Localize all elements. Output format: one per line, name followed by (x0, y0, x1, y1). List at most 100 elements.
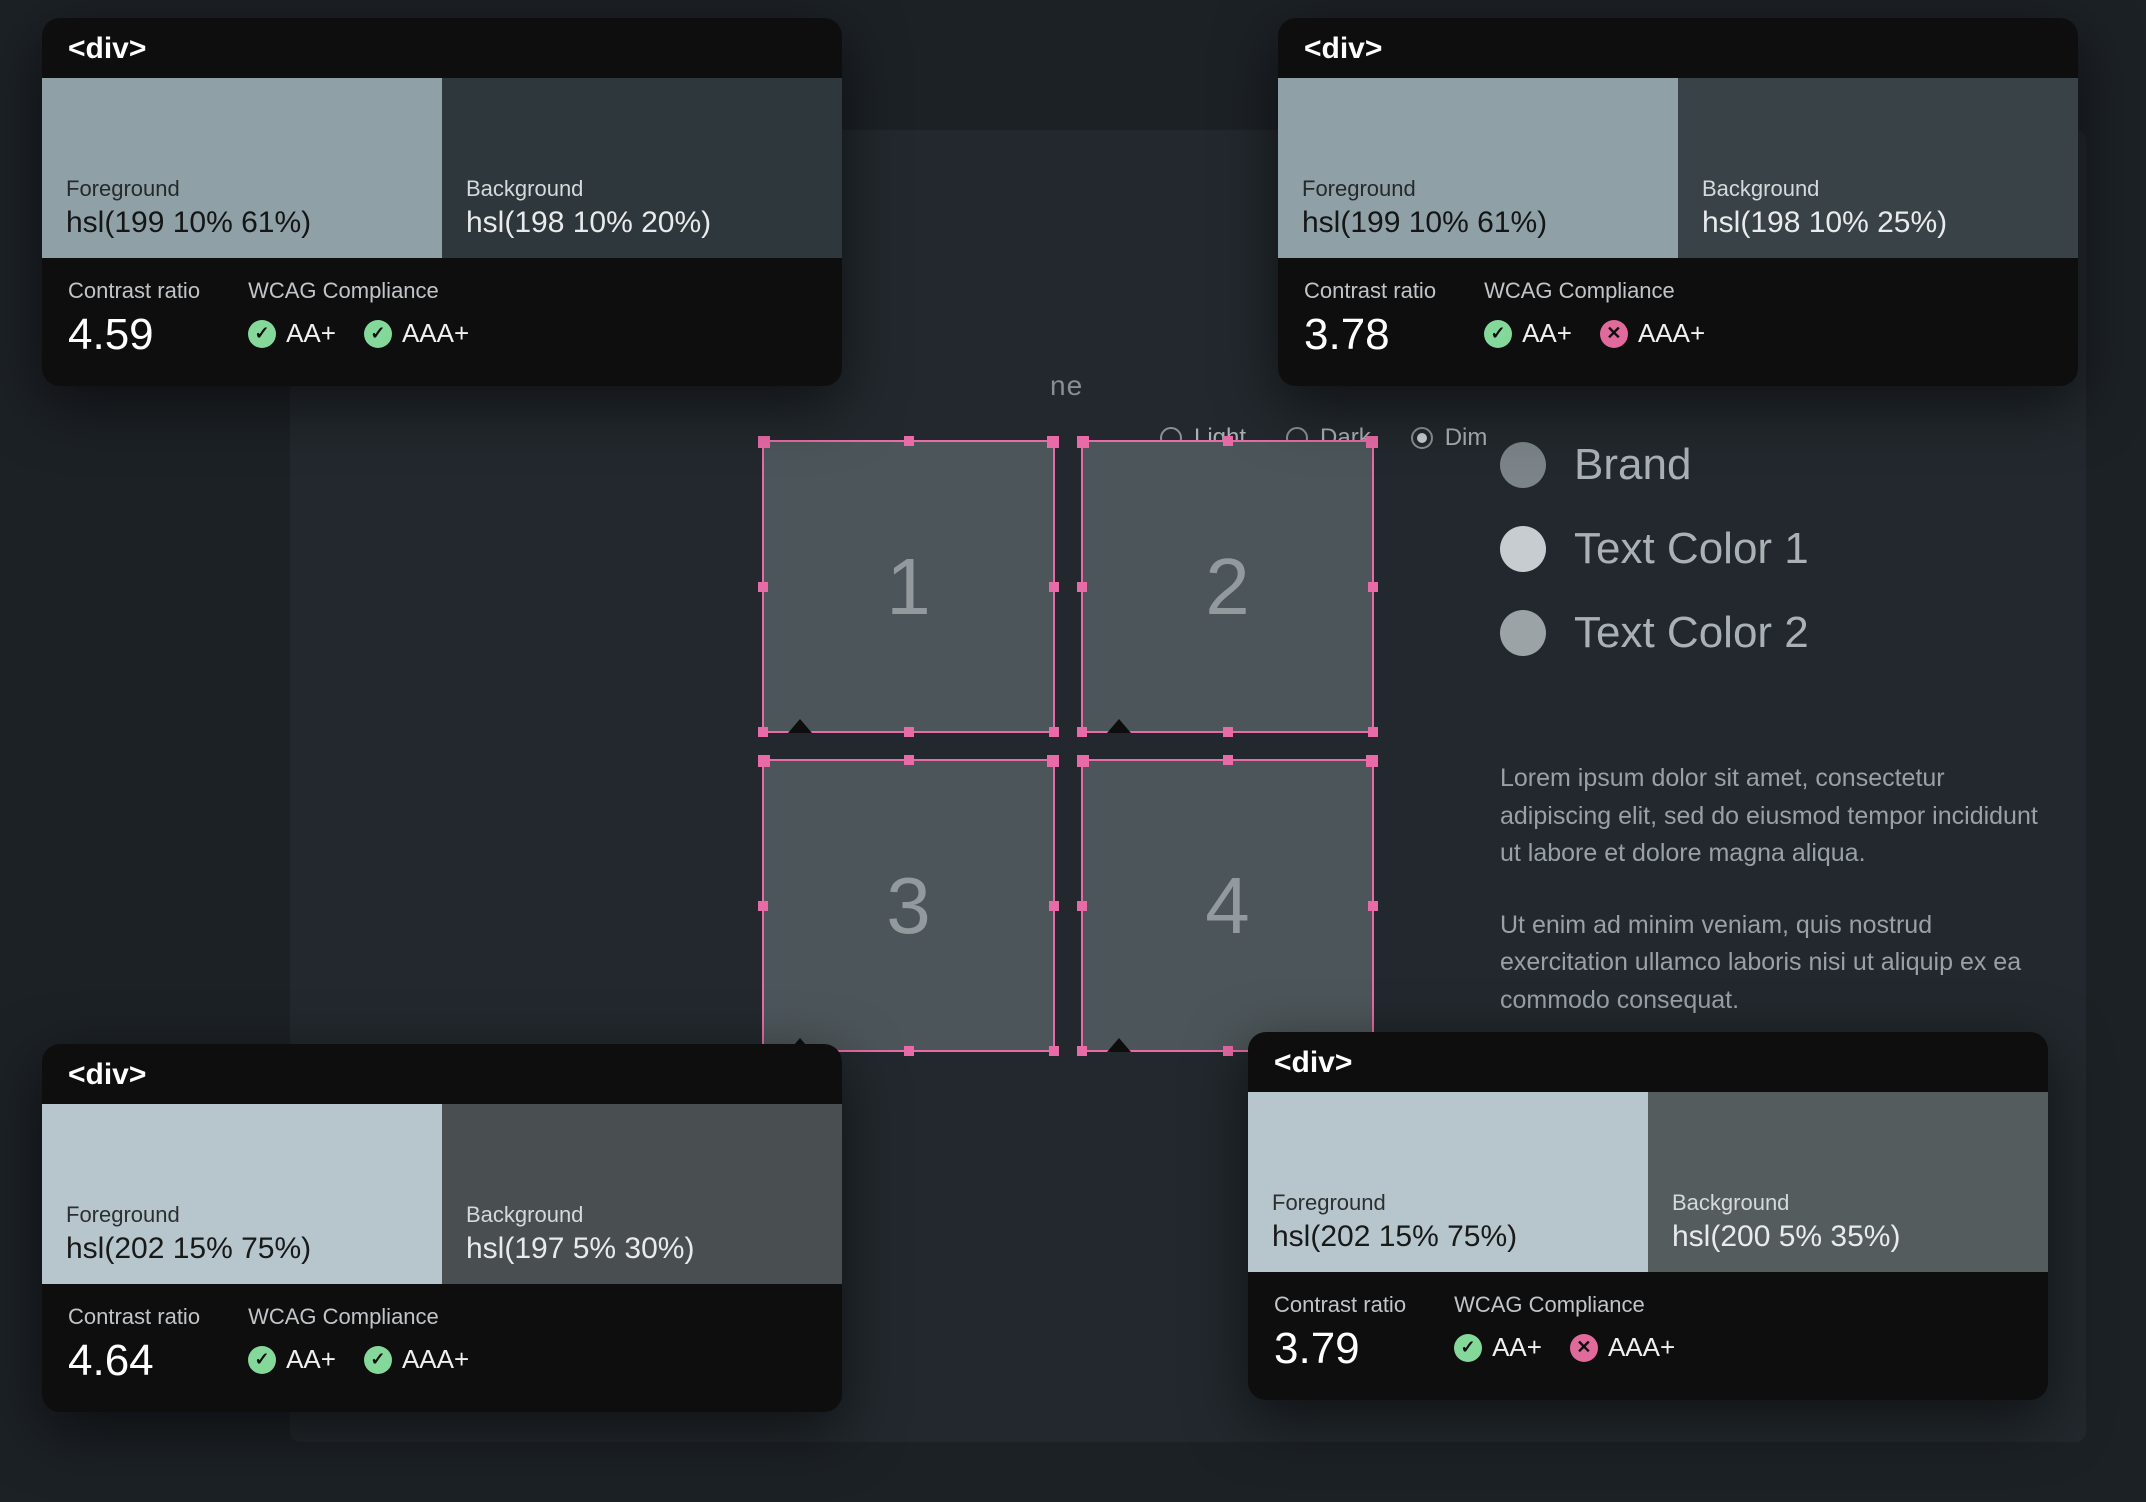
chip-label: AAA+ (402, 1344, 469, 1375)
wcag-compliance: WCAG Compliance ✓ AA+ ✓ AAA+ (248, 1304, 469, 1375)
color-pair: Foreground hsl(199 10% 61%) Background h… (1278, 78, 2078, 258)
chip-label: AA+ (1522, 318, 1572, 349)
contrast-ratio: Contrast ratio 4.64 (68, 1304, 200, 1386)
check-icon: ✓ (248, 1346, 276, 1374)
swatch-value: hsl(199 10% 61%) (66, 206, 418, 240)
ratio-value: 3.78 (1304, 310, 1436, 360)
element-tag: <div> (1278, 18, 2078, 78)
chip-label: AA+ (1492, 1332, 1542, 1363)
chip-label: AAA+ (402, 318, 469, 349)
legend-label: Text Color 1 (1574, 524, 1809, 574)
label: Contrast ratio (68, 278, 200, 304)
label: WCAG Compliance (1484, 278, 1705, 304)
popover-footer: Contrast ratio 4.64 WCAG Compliance ✓ AA… (42, 1284, 842, 1412)
label: Contrast ratio (1274, 1292, 1406, 1318)
ratio-value: 4.64 (68, 1336, 200, 1386)
paragraph: Ut enim ad minim veniam, quis nostrud ex… (1500, 907, 2060, 1020)
wcag-aa-chip: ✓ AA+ (1484, 318, 1572, 349)
swatch-caption: Background (1672, 1190, 2024, 1216)
check-icon: ✓ (364, 1346, 392, 1374)
swatch-value: hsl(200 5% 35%) (1672, 1220, 2024, 1254)
swatch-grid: 1 2 3 4 (762, 440, 1374, 1052)
label: WCAG Compliance (1454, 1292, 1675, 1318)
contrast-popover-1[interactable]: <div> Foreground hsl(199 10% 61%) Backgr… (42, 18, 842, 386)
theme-heading-fragment: ne (1050, 370, 1083, 402)
swatch-caption: Background (466, 1202, 818, 1228)
background-swatch: Background hsl(198 10% 25%) (1678, 78, 2078, 258)
radio-icon (1411, 427, 1433, 449)
wcag-aa-chip: ✓ AA+ (248, 318, 336, 349)
contrast-ratio: Contrast ratio 4.59 (68, 278, 200, 360)
swatch-caption: Foreground (66, 1202, 418, 1228)
swatch-number: 3 (886, 860, 931, 952)
legend-label: Brand (1574, 440, 1691, 490)
foreground-swatch: Foreground hsl(202 15% 75%) (1248, 1092, 1648, 1272)
popover-footer: Contrast ratio 4.59 WCAG Compliance ✓ AA… (42, 258, 842, 386)
color-pair: Foreground hsl(202 15% 75%) Background h… (42, 1104, 842, 1284)
swatch-value: hsl(199 10% 61%) (1302, 206, 1654, 240)
legend-item-text2: Text Color 2 (1500, 608, 1809, 658)
element-tag: <div> (42, 18, 842, 78)
chip-label: AA+ (286, 318, 336, 349)
swatch-1[interactable]: 1 (762, 440, 1055, 733)
swatch-value: hsl(202 15% 75%) (1272, 1220, 1624, 1254)
wcag-aaa-chip: ✓ AAA+ (364, 1344, 469, 1375)
paragraph: Lorem ipsum dolor sit amet, consectetur … (1500, 760, 2060, 873)
background-swatch: Background hsl(197 5% 30%) (442, 1104, 842, 1284)
wcag-aa-chip: ✓ AA+ (248, 1344, 336, 1375)
theme-option-dim[interactable]: Dim (1411, 424, 1488, 452)
cross-icon: ✕ (1600, 320, 1628, 348)
contrast-popover-4[interactable]: <div> Foreground hsl(202 15% 75%) Backgr… (1248, 1032, 2048, 1400)
foreground-swatch: Foreground hsl(202 15% 75%) (42, 1104, 442, 1284)
swatch-4[interactable]: 4 (1081, 759, 1374, 1052)
wcag-compliance: WCAG Compliance ✓ AA+ ✓ AAA+ (248, 278, 469, 349)
swatch-number: 4 (1205, 860, 1250, 952)
swatch-caption: Background (466, 176, 818, 202)
wcag-aaa-chip: ✕ AAA+ (1600, 318, 1705, 349)
swatch-caption: Foreground (66, 176, 418, 202)
ratio-value: 4.59 (68, 310, 200, 360)
ratio-value: 3.79 (1274, 1324, 1406, 1374)
element-tag: <div> (42, 1044, 842, 1104)
legend-swatch (1500, 442, 1546, 488)
check-icon: ✓ (364, 320, 392, 348)
check-icon: ✓ (1484, 320, 1512, 348)
swatch-2[interactable]: 2 (1081, 440, 1374, 733)
swatch-number: 1 (886, 541, 931, 633)
body-copy: Lorem ipsum dolor sit amet, consectetur … (1500, 760, 2060, 1019)
swatch-number: 2 (1205, 541, 1250, 633)
color-pair: Foreground hsl(199 10% 61%) Background h… (42, 78, 842, 258)
popover-footer: Contrast ratio 3.78 WCAG Compliance ✓ AA… (1278, 258, 2078, 386)
label: Contrast ratio (68, 1304, 200, 1330)
foreground-swatch: Foreground hsl(199 10% 61%) (42, 78, 442, 258)
swatch-caption: Background (1702, 176, 2054, 202)
label: WCAG Compliance (248, 278, 469, 304)
legend-label: Text Color 2 (1574, 608, 1809, 658)
color-legend: Brand Text Color 1 Text Color 2 (1500, 440, 1809, 658)
legend-swatch (1500, 526, 1546, 572)
label: Contrast ratio (1304, 278, 1436, 304)
chip-label: AAA+ (1638, 318, 1705, 349)
chip-label: AAA+ (1608, 1332, 1675, 1363)
swatch-caption: Foreground (1302, 176, 1654, 202)
check-icon: ✓ (248, 320, 276, 348)
popover-footer: Contrast ratio 3.79 WCAG Compliance ✓ AA… (1248, 1272, 2048, 1400)
legend-swatch (1500, 610, 1546, 656)
wcag-aa-chip: ✓ AA+ (1454, 1332, 1542, 1363)
swatch-caption: Foreground (1272, 1190, 1624, 1216)
contrast-popover-3[interactable]: <div> Foreground hsl(202 15% 75%) Backgr… (42, 1044, 842, 1412)
contrast-ratio: Contrast ratio 3.78 (1304, 278, 1436, 360)
wcag-compliance: WCAG Compliance ✓ AA+ ✕ AAA+ (1484, 278, 1705, 349)
contrast-popover-2[interactable]: <div> Foreground hsl(199 10% 61%) Backgr… (1278, 18, 2078, 386)
swatch-value: hsl(197 5% 30%) (466, 1232, 818, 1266)
check-icon: ✓ (1454, 1334, 1482, 1362)
swatch-value: hsl(198 10% 20%) (466, 206, 818, 240)
contrast-ratio: Contrast ratio 3.79 (1274, 1292, 1406, 1374)
swatch-value: hsl(202 15% 75%) (66, 1232, 418, 1266)
swatch-3[interactable]: 3 (762, 759, 1055, 1052)
color-pair: Foreground hsl(202 15% 75%) Background h… (1248, 1092, 2048, 1272)
cross-icon: ✕ (1570, 1334, 1598, 1362)
radio-label: Dim (1445, 424, 1488, 452)
label: WCAG Compliance (248, 1304, 469, 1330)
wcag-aaa-chip: ✕ AAA+ (1570, 1332, 1675, 1363)
